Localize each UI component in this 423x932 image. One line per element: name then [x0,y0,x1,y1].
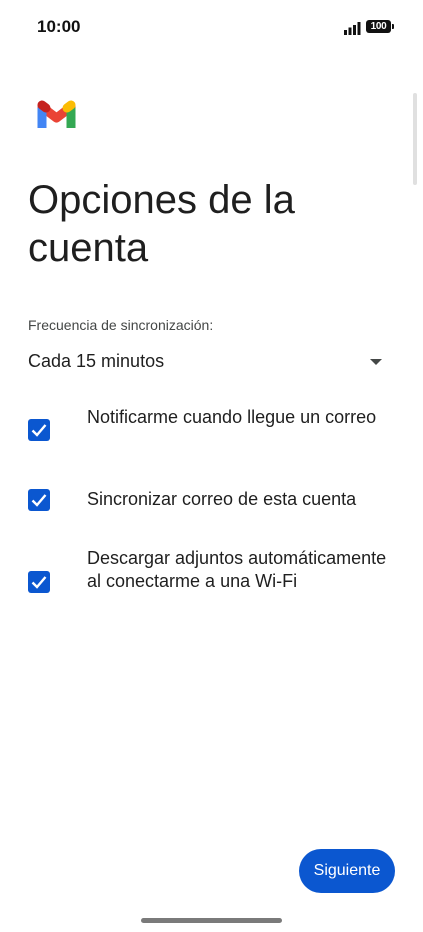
status-bar: 10:00 100 [0,0,423,56]
download-attachments-label: Descargar adjuntos automáticamente al co… [87,548,387,591]
sync-frequency-value: Cada 15 minutos [28,351,165,371]
option-sync-account[interactable]: Sincronizar correo de esta cuenta [28,488,398,514]
checkmark-icon [31,424,47,437]
sync-frequency-dropdown[interactable]: Cada 15 minutos [28,344,388,380]
next-button[interactable]: Siguiente [299,849,395,893]
sync-account-checkbox[interactable] [28,489,50,511]
notify-checkbox[interactable] [28,419,50,441]
sync-account-label: Sincronizar correo de esta cuenta [87,489,357,509]
sync-frequency-label: Frecuencia de sincronización: [28,317,214,333]
notify-label: Notificarme cuando llegue un correo [87,407,377,427]
home-indicator[interactable] [141,918,282,923]
dropdown-arrow-icon [370,359,382,365]
page-title: Opciones de la cuenta [28,178,295,270]
checkmark-icon [31,576,47,589]
status-time: 10:00 [37,17,81,36]
option-download-attachments[interactable]: Descargar adjuntos automáticamente al co… [28,547,398,619]
option-notify[interactable]: Notificarme cuando llegue un correo [28,406,398,456]
signal-icon [344,22,361,35]
gmail-m-icon [37,100,76,128]
scrollbar[interactable] [413,93,417,185]
battery-icon: 100 [366,20,394,33]
checkmark-icon [31,494,47,507]
download-attachments-checkbox[interactable] [28,571,50,593]
battery-level: 100 [370,21,387,32]
